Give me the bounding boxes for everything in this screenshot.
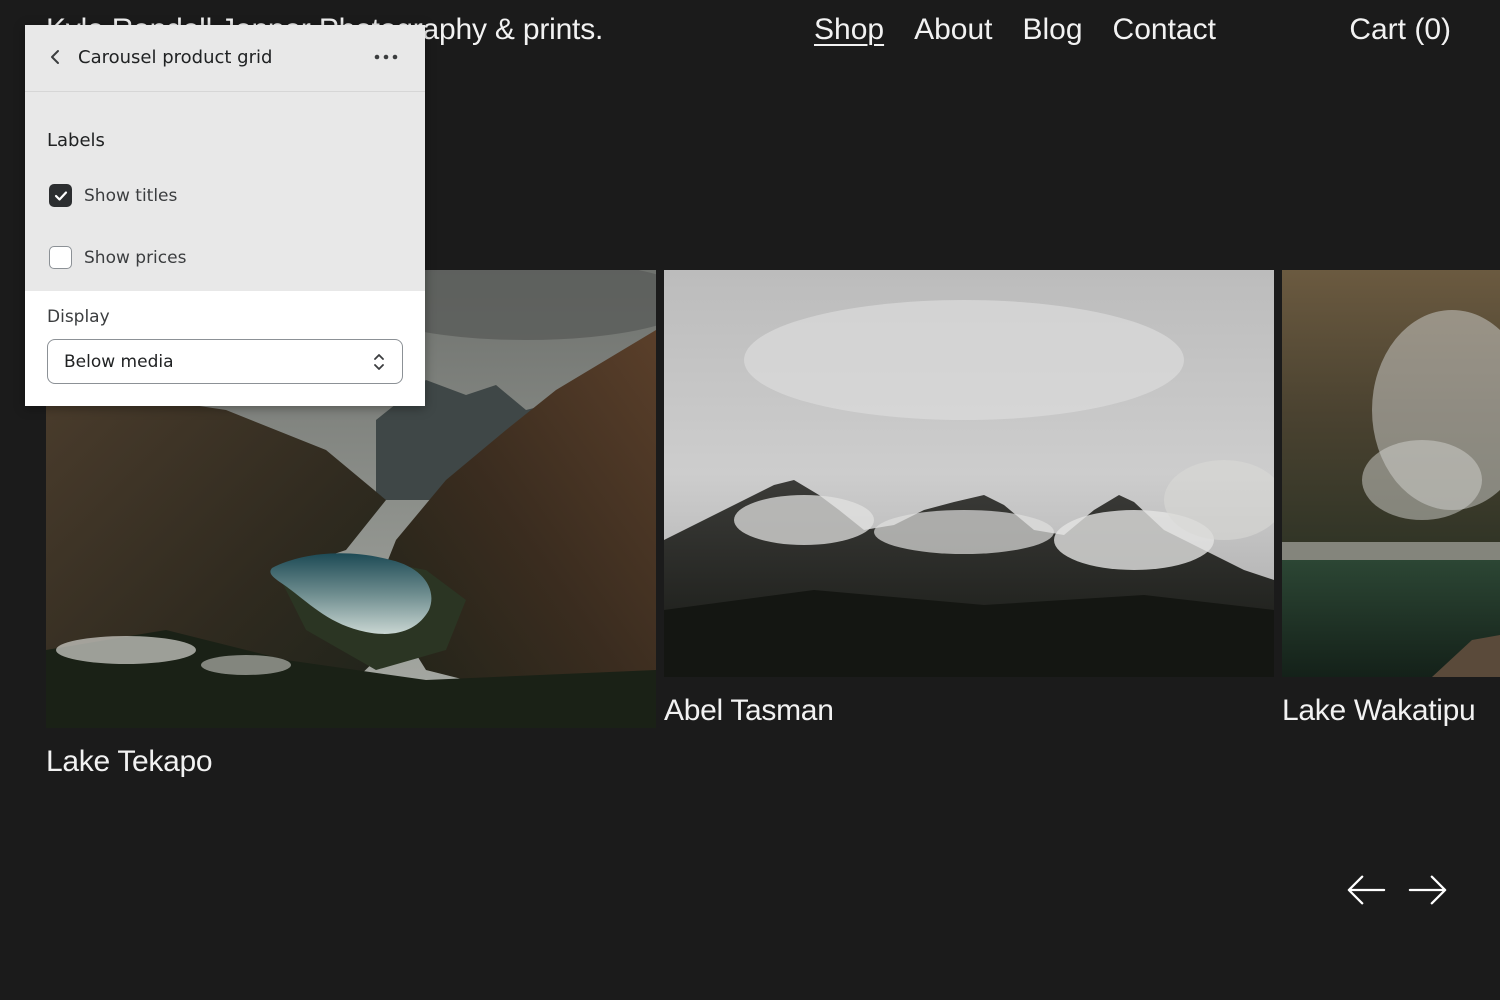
panel-header: Carousel product grid [25,25,425,92]
product-title[interactable]: Lake Wakatipu [1282,691,1500,731]
main-nav: Shop About Blog Contact [814,10,1216,50]
product-title[interactable]: Abel Tasman [664,691,1274,731]
more-actions-button[interactable] [369,44,403,70]
chevron-left-icon [51,50,59,64]
section-settings-panel: Carousel product grid Labels Show titles… [25,25,425,406]
panel-title: Carousel product grid [78,47,273,68]
labels-section: Labels Show titles Show prices [25,92,425,291]
show-titles-checkbox[interactable] [49,184,72,207]
show-prices-option[interactable]: Show prices [49,246,186,269]
nav-about[interactable]: About [914,10,992,50]
select-chevrons-icon [374,354,384,370]
cart-link[interactable]: Cart (0) [1349,10,1451,50]
labels-heading: Labels [47,130,105,151]
show-prices-label: Show prices [84,247,187,268]
product-title[interactable]: Lake Tekapo [46,742,656,782]
show-titles-option[interactable]: Show titles [49,184,177,207]
display-label: Display [47,307,110,327]
show-titles-label: Show titles [84,185,178,206]
carousel-navigation [1346,870,1448,910]
arrow-right-icon [1408,875,1447,905]
product-image-lake-wakatipu[interactable] [1282,270,1500,677]
display-select-value: Below media [64,351,174,372]
show-prices-checkbox[interactable] [49,246,72,269]
more-horizontal-icon [374,54,398,60]
display-section: Display Below media [25,291,425,405]
nav-contact[interactable]: Contact [1113,10,1216,50]
mountain-lake-mist-image [1282,270,1500,677]
nav-blog[interactable]: Blog [1022,10,1082,50]
arrow-left-icon [1347,875,1386,905]
product-image-abel-tasman[interactable] [664,270,1274,677]
misty-mountain-peaks-image [664,270,1274,677]
back-button[interactable] [43,45,67,69]
product-card-abel-tasman[interactable]: Abel Tasman [664,270,1274,731]
nav-shop[interactable]: Shop [814,10,884,50]
carousel-prev-button[interactable] [1346,870,1386,910]
display-select[interactable]: Below media [47,339,403,384]
carousel-next-button[interactable] [1408,870,1448,910]
checkmark-icon [54,190,67,201]
product-card-lake-wakatipu[interactable]: Lake Wakatipu [1282,270,1500,731]
